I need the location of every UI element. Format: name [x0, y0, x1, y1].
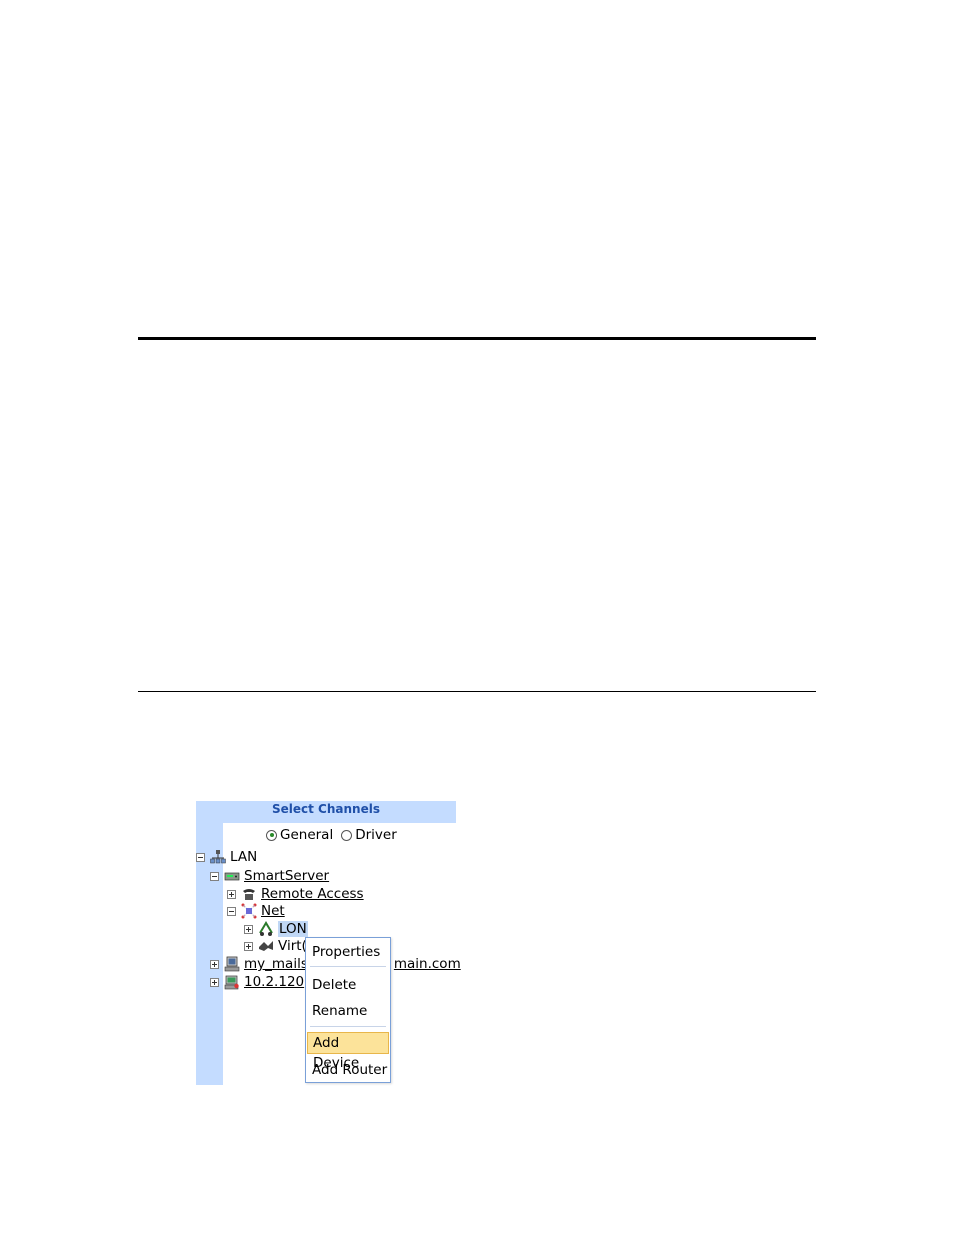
menu-separator	[310, 1026, 386, 1027]
tree-label-mail-server-domain[interactable]: main.com	[394, 956, 461, 972]
collapse-toggle[interactable]	[227, 906, 236, 916]
context-menu: Properties Delete Rename Add Device Add …	[305, 937, 391, 1083]
horizontal-rule-bottom	[138, 691, 816, 692]
radio-general[interactable]	[266, 829, 277, 841]
menu-separator	[310, 966, 386, 967]
tree-node-ip[interactable]: 10.2.120	[210, 974, 304, 990]
tree-label-smartserver[interactable]: SmartServer	[244, 868, 329, 884]
mode-radio-group: General Driver	[266, 827, 405, 843]
tree-node-net[interactable]: Net	[227, 903, 285, 919]
expand-toggle[interactable]	[210, 959, 219, 969]
tree-node-virtual[interactable]: Virt(	[244, 938, 307, 954]
menu-item-add-router[interactable]: Add Router	[307, 1059, 389, 1081]
lon-channel-icon	[258, 921, 274, 937]
tree-label-lon[interactable]: LON	[278, 921, 308, 937]
network-node-icon	[241, 903, 257, 919]
expand-toggle[interactable]	[244, 924, 253, 934]
tree-label-virtual[interactable]: Virt(	[278, 938, 307, 954]
tree-label-net[interactable]: Net	[261, 903, 285, 919]
expand-toggle[interactable]	[210, 977, 219, 987]
panel-title: Select Channels	[196, 801, 456, 823]
horizontal-rule-top	[138, 337, 816, 340]
tree-node-lan[interactable]: LAN	[196, 849, 257, 865]
virtual-channel-icon	[258, 938, 274, 954]
radio-general-label[interactable]: General	[280, 827, 333, 843]
network-icon	[210, 849, 226, 865]
menu-item-add-device[interactable]: Add Device	[307, 1032, 389, 1071]
menu-item-delete[interactable]: Delete	[307, 974, 389, 996]
telephone-icon	[241, 886, 257, 902]
tree-node-smartserver[interactable]: SmartServer	[210, 868, 329, 884]
collapse-toggle[interactable]	[196, 852, 205, 862]
server-icon	[224, 868, 240, 884]
tree-label-ip[interactable]: 10.2.120	[244, 974, 304, 990]
remote-computer-icon	[224, 974, 240, 990]
expand-toggle[interactable]	[244, 941, 253, 951]
radio-driver[interactable]	[341, 829, 353, 841]
menu-item-properties[interactable]: Properties	[307, 941, 389, 963]
tree-label-remote-access[interactable]: Remote Access	[261, 886, 364, 902]
tree-node-lon[interactable]: LON	[244, 921, 308, 937]
tree-label-mail-server[interactable]: my_mails	[244, 956, 308, 972]
computer-icon	[224, 956, 240, 972]
expand-toggle[interactable]	[227, 889, 236, 899]
tree-node-remote-access[interactable]: Remote Access	[227, 886, 364, 902]
radio-driver-label[interactable]: Driver	[355, 827, 397, 843]
menu-item-rename[interactable]: Rename	[307, 1000, 389, 1022]
collapse-toggle[interactable]	[210, 871, 219, 881]
tree-label-lan[interactable]: LAN	[230, 849, 257, 865]
